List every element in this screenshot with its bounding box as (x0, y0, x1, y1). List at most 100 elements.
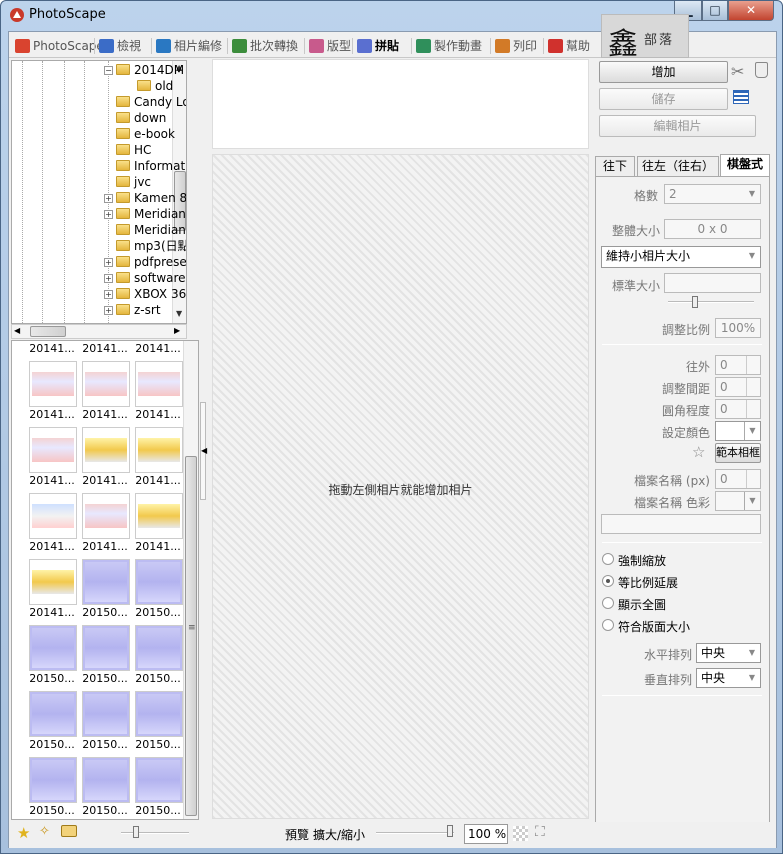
thumbnail[interactable] (135, 691, 183, 737)
thumbnail[interactable] (29, 361, 77, 407)
thumb-size-slider[interactable] (121, 832, 189, 834)
scale-mode-radio[interactable] (602, 619, 614, 631)
tab-combine[interactable]: 拼貼 (355, 35, 399, 57)
thumbnail[interactable] (135, 493, 183, 539)
tab-help[interactable]: 幫助 (546, 35, 590, 57)
thumbnail[interactable] (135, 427, 183, 473)
tree-item[interactable]: Informat (12, 158, 185, 174)
tree-item[interactable]: jvc (12, 174, 170, 190)
thumbnail[interactable] (29, 427, 77, 473)
ratio-slider-knob[interactable] (692, 296, 698, 308)
expand-toggle-icon[interactable]: + (104, 258, 113, 267)
filename-text-field[interactable] (601, 514, 761, 534)
open-folder-icon[interactable] (61, 825, 77, 837)
combine-drop-strip[interactable] (212, 59, 589, 149)
tree-item[interactable]: e-book (12, 126, 175, 142)
collapse-arrow-icon[interactable]: ◀ (201, 446, 207, 455)
tab-viewer[interactable]: 檢視 (97, 35, 141, 57)
thumbnail[interactable] (29, 493, 77, 539)
tree-item[interactable]: + z-srt (12, 302, 170, 318)
combine-canvas[interactable]: 拖動左側相片就能增加相片 (212, 154, 589, 819)
thumbnail[interactable] (29, 691, 77, 737)
thumbnail[interactable] (82, 691, 130, 737)
tree-item[interactable]: HC (12, 142, 170, 158)
tab-editor[interactable]: 相片編修 (154, 35, 222, 57)
tree-item[interactable]: + Meridian (12, 206, 186, 222)
expand-toggle-icon[interactable]: + (104, 290, 113, 299)
tree-item[interactable]: + XBOX 36 (12, 286, 186, 302)
tree-item[interactable]: Candy Lo (12, 94, 186, 110)
thumbnail-scroll-thumb[interactable] (185, 456, 197, 816)
refresh-star-icon[interactable]: ✧ (39, 824, 50, 839)
expand-toggle-icon[interactable]: + (104, 274, 113, 283)
keep-size-select[interactable]: 維持小相片大小 ▼ (601, 246, 761, 268)
thumbnail[interactable] (135, 625, 183, 671)
panel-splitter[interactable]: ◀ (199, 402, 209, 502)
gap-spinner[interactable]: 0 (715, 377, 761, 397)
checker-icon[interactable] (513, 826, 528, 841)
ratio-slider-track[interactable] (668, 301, 754, 303)
scale-mode-radio[interactable] (602, 553, 614, 565)
tree-item[interactable]: down (12, 110, 170, 126)
tab-checkerboard[interactable]: 棋盤式 (720, 154, 770, 177)
scale-mode-radio[interactable] (602, 575, 614, 587)
color-picker[interactable]: ▼ (715, 421, 761, 441)
zoom-slider[interactable] (376, 832, 454, 834)
star-icon[interactable]: ☆ (692, 443, 705, 461)
add-button[interactable]: 增加 (599, 61, 728, 83)
frame-template-button[interactable]: 範本相框 (715, 443, 761, 463)
thumbnail[interactable] (29, 559, 77, 605)
tab-print[interactable]: 列印 (493, 35, 537, 57)
thumbnail[interactable] (82, 559, 130, 605)
thumbnail[interactable] (29, 757, 77, 803)
tab-batch[interactable]: 批次轉換 (230, 35, 298, 57)
tree-item[interactable]: + pdfprese (12, 254, 186, 270)
thumbnail[interactable] (135, 757, 183, 803)
tree-item[interactable]: Meridian (12, 222, 186, 238)
tree-item[interactable]: mp3(日點 (12, 238, 186, 254)
thumbnail[interactable] (29, 625, 77, 671)
grid-count-select[interactable]: 2 ▼ (664, 184, 761, 204)
maximize-button[interactable]: □ (702, 1, 728, 21)
thumbnail-pane[interactable]: ≡ 20141... 20141... 20141... 20141... 20141.… (11, 340, 199, 820)
scissors-icon[interactable]: ✂ (731, 62, 744, 81)
tab-page[interactable]: 版型 (307, 35, 351, 57)
thumbnail[interactable] (82, 757, 130, 803)
zoom-value[interactable]: 100 % (464, 824, 508, 844)
filename-px-spinner[interactable]: 0 (715, 469, 761, 489)
thumbnail[interactable] (135, 361, 183, 407)
tab-gif[interactable]: 製作動畫 (414, 35, 482, 57)
outer-spinner[interactable]: 0 (715, 355, 761, 375)
list-icon[interactable] (733, 90, 749, 104)
tree-item[interactable]: + Kamen 8 (12, 190, 186, 206)
thumbnail[interactable] (82, 493, 130, 539)
expand-toggle-icon[interactable]: + (104, 306, 113, 315)
v-align-select[interactable]: 中央 ▼ (696, 668, 761, 688)
thumb-size-knob[interactable] (133, 826, 139, 838)
favorite-star-icon[interactable]: ★ (17, 824, 30, 842)
thumbnail[interactable] (82, 427, 130, 473)
tree-item[interactable]: − 2014DM (12, 62, 184, 78)
tab-left-right[interactable]: 往左（往右） (637, 156, 719, 176)
tree-item[interactable]: old (12, 78, 173, 94)
tree-horizontal-scrollbar[interactable]: ◀ ▶ (11, 324, 187, 339)
save-button[interactable]: 儲存 (599, 88, 728, 110)
filename-color-picker[interactable]: ▼ (715, 491, 761, 511)
fit-icon[interactable]: ⛶ (535, 824, 545, 840)
zoom-knob[interactable] (447, 825, 453, 837)
expand-toggle-icon[interactable]: + (104, 194, 113, 203)
expand-toggle-icon[interactable]: − (104, 66, 113, 75)
tree-hscroll-thumb[interactable] (30, 326, 66, 337)
close-button[interactable]: ✕ (728, 1, 774, 21)
thumbnail[interactable] (82, 361, 130, 407)
expand-toggle-icon[interactable]: + (104, 210, 113, 219)
round-spinner[interactable]: 0 (715, 399, 761, 419)
tree-item[interactable]: + software (12, 270, 186, 286)
scale-mode-radio[interactable] (602, 597, 614, 609)
h-align-select[interactable]: 中央 ▼ (696, 643, 761, 663)
thumbnail[interactable] (135, 559, 183, 605)
tab-photoscape[interactable]: PhotoScape (13, 35, 104, 57)
tab-down[interactable]: 往下 (595, 156, 635, 176)
folder-tree[interactable]: ▲ ▼ −2014DM old Candy Lo down e-book HC Inform… (11, 60, 187, 324)
thumbnail[interactable] (82, 625, 130, 671)
